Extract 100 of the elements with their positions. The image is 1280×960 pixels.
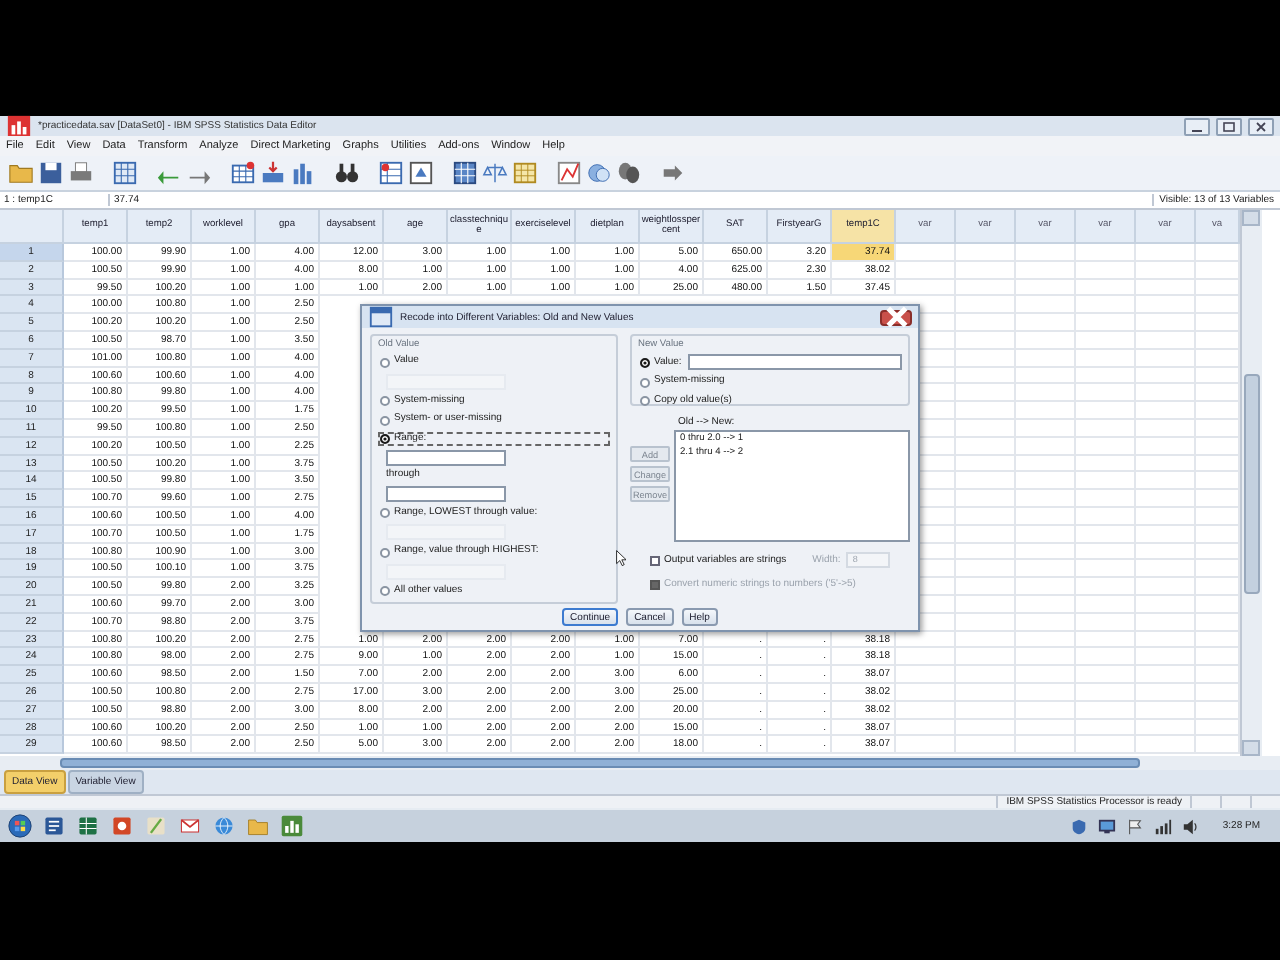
empty-cell[interactable]	[1076, 560, 1136, 579]
empty-cell[interactable]	[1136, 419, 1196, 438]
shield-icon[interactable]	[1070, 817, 1089, 835]
empty-cell[interactable]	[1016, 367, 1076, 385]
empty-cell[interactable]	[1076, 419, 1136, 438]
signal-icon[interactable]	[1154, 817, 1173, 835]
empty-cell[interactable]	[1136, 578, 1196, 596]
empty-cell[interactable]	[956, 683, 1016, 702]
empty-cell[interactable]	[1076, 701, 1136, 720]
empty-cell[interactable]	[956, 736, 1016, 755]
empty-cell[interactable]	[956, 631, 1016, 649]
print-icon[interactable]	[68, 160, 94, 186]
empty-cell[interactable]	[1016, 455, 1076, 473]
pointer-icon[interactable]	[660, 160, 686, 186]
empty-cell[interactable]	[896, 261, 956, 280]
empty-cell[interactable]	[956, 648, 1016, 667]
empty-cell[interactable]	[1016, 560, 1076, 579]
empty-cell[interactable]	[1016, 244, 1076, 262]
empty-cell[interactable]	[1076, 472, 1136, 491]
empty-cell[interactable]	[956, 560, 1016, 579]
grid-icon[interactable]	[230, 160, 256, 186]
empty-cell[interactable]	[1136, 507, 1196, 526]
empty-cell[interactable]	[1016, 595, 1076, 614]
empty-cell[interactable]	[1136, 279, 1196, 297]
start-orb-icon[interactable]	[8, 814, 32, 838]
empty-cell[interactable]	[956, 701, 1016, 720]
empty-cell[interactable]	[956, 613, 1016, 632]
empty-cell[interactable]	[1136, 648, 1196, 667]
maximize-button[interactable]	[1216, 117, 1242, 135]
empty-cell[interactable]	[1076, 543, 1136, 561]
empty-cell[interactable]	[1136, 314, 1196, 332]
empty-cell[interactable]	[1076, 683, 1136, 702]
empty-cell[interactable]	[1076, 261, 1136, 280]
empty-cell[interactable]	[1076, 244, 1136, 262]
empty-cell[interactable]	[1016, 701, 1076, 720]
empty-cell[interactable]	[1136, 490, 1196, 508]
empty-cell[interactable]	[1136, 455, 1196, 473]
volume-icon[interactable]	[1182, 817, 1201, 835]
empty-cell[interactable]	[1076, 719, 1136, 737]
empty-cell[interactable]	[1076, 648, 1136, 667]
empty-cell[interactable]	[1076, 631, 1136, 649]
empty-cell[interactable]	[956, 490, 1016, 508]
horizontal-scrollbar[interactable]	[0, 756, 1280, 770]
empty-cell[interactable]	[1076, 736, 1136, 755]
empty-cell[interactable]	[896, 701, 956, 720]
empty-cell[interactable]	[896, 683, 956, 702]
empty-cell[interactable]	[1016, 331, 1076, 350]
empty-cell[interactable]	[1136, 331, 1196, 350]
empty-cell[interactable]	[1016, 507, 1076, 526]
empty-cell[interactable]	[1076, 595, 1136, 614]
empty-cell[interactable]	[956, 719, 1016, 737]
empty-cell[interactable]	[1016, 525, 1076, 544]
empty-cell[interactable]	[1136, 244, 1196, 262]
empty-cell[interactable]	[1136, 683, 1196, 702]
empty-cell[interactable]	[1076, 349, 1136, 368]
empty-cell[interactable]	[1016, 631, 1076, 649]
empty-cell[interactable]	[1076, 384, 1136, 403]
empty-cell[interactable]	[1016, 543, 1076, 561]
chart-icon[interactable]	[556, 160, 582, 186]
input-field[interactable]	[687, 354, 902, 371]
empty-cell[interactable]	[956, 402, 1016, 420]
empty-cell[interactable]	[956, 578, 1016, 596]
empty-cell[interactable]	[1076, 367, 1136, 385]
empty-cell[interactable]	[896, 648, 956, 667]
empty-cell[interactable]	[1136, 613, 1196, 632]
empty-cell[interactable]	[896, 279, 956, 297]
folder-icon[interactable]	[8, 160, 34, 186]
empty-cell[interactable]	[1136, 261, 1196, 280]
input-field[interactable]	[386, 485, 506, 502]
empty-cell[interactable]	[1016, 736, 1076, 755]
empty-cell[interactable]	[1076, 402, 1136, 420]
empty-cell[interactable]	[956, 384, 1016, 403]
scale-icon[interactable]	[482, 160, 508, 186]
empty-cell[interactable]	[956, 314, 1016, 332]
empty-cell[interactable]	[1136, 543, 1196, 561]
empty-cell[interactable]	[1076, 437, 1136, 456]
table-icon[interactable]	[378, 160, 404, 186]
calendar-icon[interactable]	[512, 160, 538, 186]
empty-cell[interactable]	[956, 455, 1016, 473]
insert-row-icon[interactable]	[260, 160, 286, 186]
slides-icon[interactable]	[110, 814, 134, 838]
empty-cell[interactable]	[1076, 507, 1136, 526]
empty-cell[interactable]	[956, 472, 1016, 491]
empty-cell[interactable]	[1076, 525, 1136, 544]
vertical-scrollbar[interactable]	[1240, 210, 1262, 756]
empty-cell[interactable]	[1136, 349, 1196, 368]
empty-cell[interactable]	[1136, 631, 1196, 649]
empty-cell[interactable]	[1076, 455, 1136, 473]
empty-cell[interactable]	[1016, 666, 1076, 684]
empty-cell[interactable]	[1016, 578, 1076, 596]
document-icon[interactable]	[42, 814, 66, 838]
empty-cell[interactable]	[1136, 367, 1196, 385]
empty-cell[interactable]	[1136, 560, 1196, 579]
empty-cell[interactable]	[956, 349, 1016, 368]
paint-icon[interactable]	[144, 814, 168, 838]
empty-cell[interactable]	[1016, 314, 1076, 332]
empty-cell[interactable]	[1016, 349, 1076, 368]
empty-cell[interactable]	[956, 261, 1016, 280]
monitor-icon[interactable]	[1098, 817, 1117, 835]
empty-cell[interactable]	[1016, 419, 1076, 438]
